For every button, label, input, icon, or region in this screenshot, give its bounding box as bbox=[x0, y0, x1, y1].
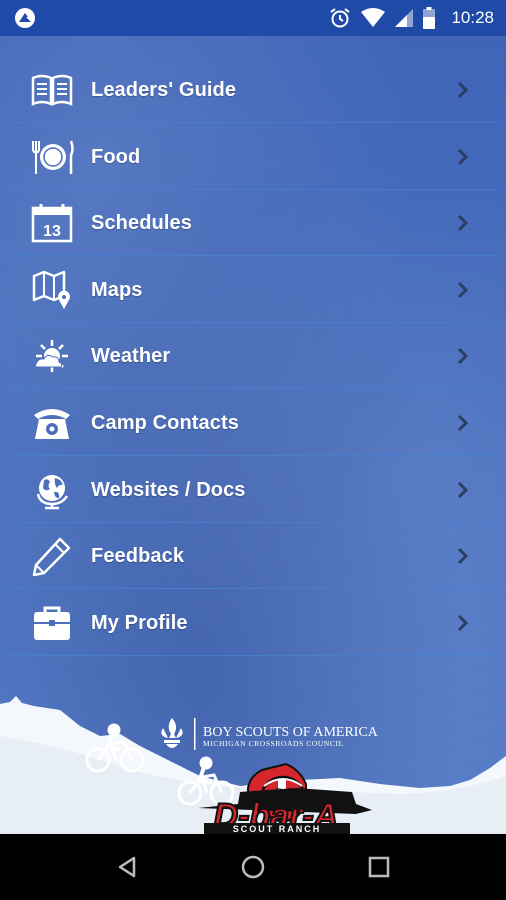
chevron-right-icon bbox=[457, 215, 469, 232]
chevron-right-icon bbox=[457, 481, 469, 498]
alarm-icon bbox=[330, 8, 351, 28]
briefcase-icon bbox=[34, 606, 70, 640]
menu-item-label: Food bbox=[91, 145, 141, 168]
menu-item-my-profile[interactable]: My Profile bbox=[10, 591, 498, 656]
cell-signal-icon bbox=[395, 9, 414, 27]
bsa-council: MICHIGAN CROSSROADS COUNCIL bbox=[203, 739, 344, 748]
map-icon bbox=[32, 270, 70, 309]
menu-item-label: Schedules bbox=[91, 212, 192, 235]
chevron-right-icon bbox=[457, 148, 469, 165]
chevron-right-icon bbox=[457, 81, 469, 99]
menu-item-websites-docs[interactable]: Websites / Docs bbox=[10, 458, 498, 523]
android-nav-bar bbox=[0, 834, 506, 900]
chevron-right-icon bbox=[457, 348, 469, 365]
plate-icon bbox=[32, 140, 74, 174]
chevron-right-icon bbox=[457, 281, 469, 298]
wifi-icon bbox=[361, 8, 386, 27]
status-clock: 10:28 bbox=[451, 8, 494, 27]
bsa-title: BOY SCOUTS OF AMERICA bbox=[203, 725, 379, 740]
battery-icon bbox=[423, 7, 436, 29]
menu-item-weather[interactable]: Weather bbox=[10, 324, 498, 390]
menu-item-label: Feedback bbox=[91, 545, 185, 568]
menu-item-feedback[interactable]: Feedback bbox=[10, 524, 498, 590]
globe-icon bbox=[36, 474, 69, 509]
menu-item-label: Camp Contacts bbox=[91, 411, 239, 434]
calendar-date: 13 bbox=[43, 223, 61, 240]
menu-item-label: Weather bbox=[91, 345, 171, 368]
pencil-icon bbox=[32, 537, 71, 577]
menu-item-food[interactable]: Food bbox=[10, 125, 498, 190]
menu-item-label: My Profile bbox=[91, 611, 188, 634]
menu-item-label: Maps bbox=[91, 278, 143, 301]
logo-sub-text: SCOUT RANCH bbox=[233, 824, 322, 834]
fleur-de-lis-icon bbox=[161, 718, 183, 748]
menu-item-camp-contacts[interactable]: Camp Contacts bbox=[10, 391, 498, 456]
chevron-right-icon bbox=[457, 414, 469, 432]
calendar-icon: 13 bbox=[31, 204, 73, 243]
main-content: Leaders' Guide Food 13 Schedules Maps We… bbox=[0, 36, 506, 834]
dbara-logo: D-A D-bar-A SCOUT RANCH bbox=[198, 762, 372, 834]
weather-icon bbox=[34, 340, 68, 373]
app-notification-icon bbox=[15, 8, 35, 28]
footer-artwork: BOY SCOUTS OF AMERICA MICHIGAN CROSSROAD… bbox=[0, 696, 506, 834]
recents-icon[interactable] bbox=[364, 852, 394, 882]
phone-icon bbox=[34, 408, 70, 439]
menu-item-schedules[interactable]: 13 Schedules bbox=[10, 191, 498, 257]
menu-item-leaders-guide[interactable]: Leaders' Guide bbox=[10, 58, 498, 123]
back-icon[interactable] bbox=[112, 852, 142, 882]
menu-item-label: Websites / Docs bbox=[91, 478, 246, 501]
chevron-right-icon bbox=[457, 548, 469, 565]
menu-item-label: Leaders' Guide bbox=[91, 79, 237, 101]
menu-item-maps[interactable]: Maps bbox=[10, 258, 498, 323]
chevron-right-icon bbox=[457, 614, 469, 631]
book-icon bbox=[31, 74, 73, 106]
home-icon[interactable] bbox=[238, 852, 268, 882]
main-menu: Leaders' Guide Food 13 Schedules Maps We… bbox=[10, 58, 498, 657]
status-bar: 10:28 bbox=[0, 0, 506, 36]
